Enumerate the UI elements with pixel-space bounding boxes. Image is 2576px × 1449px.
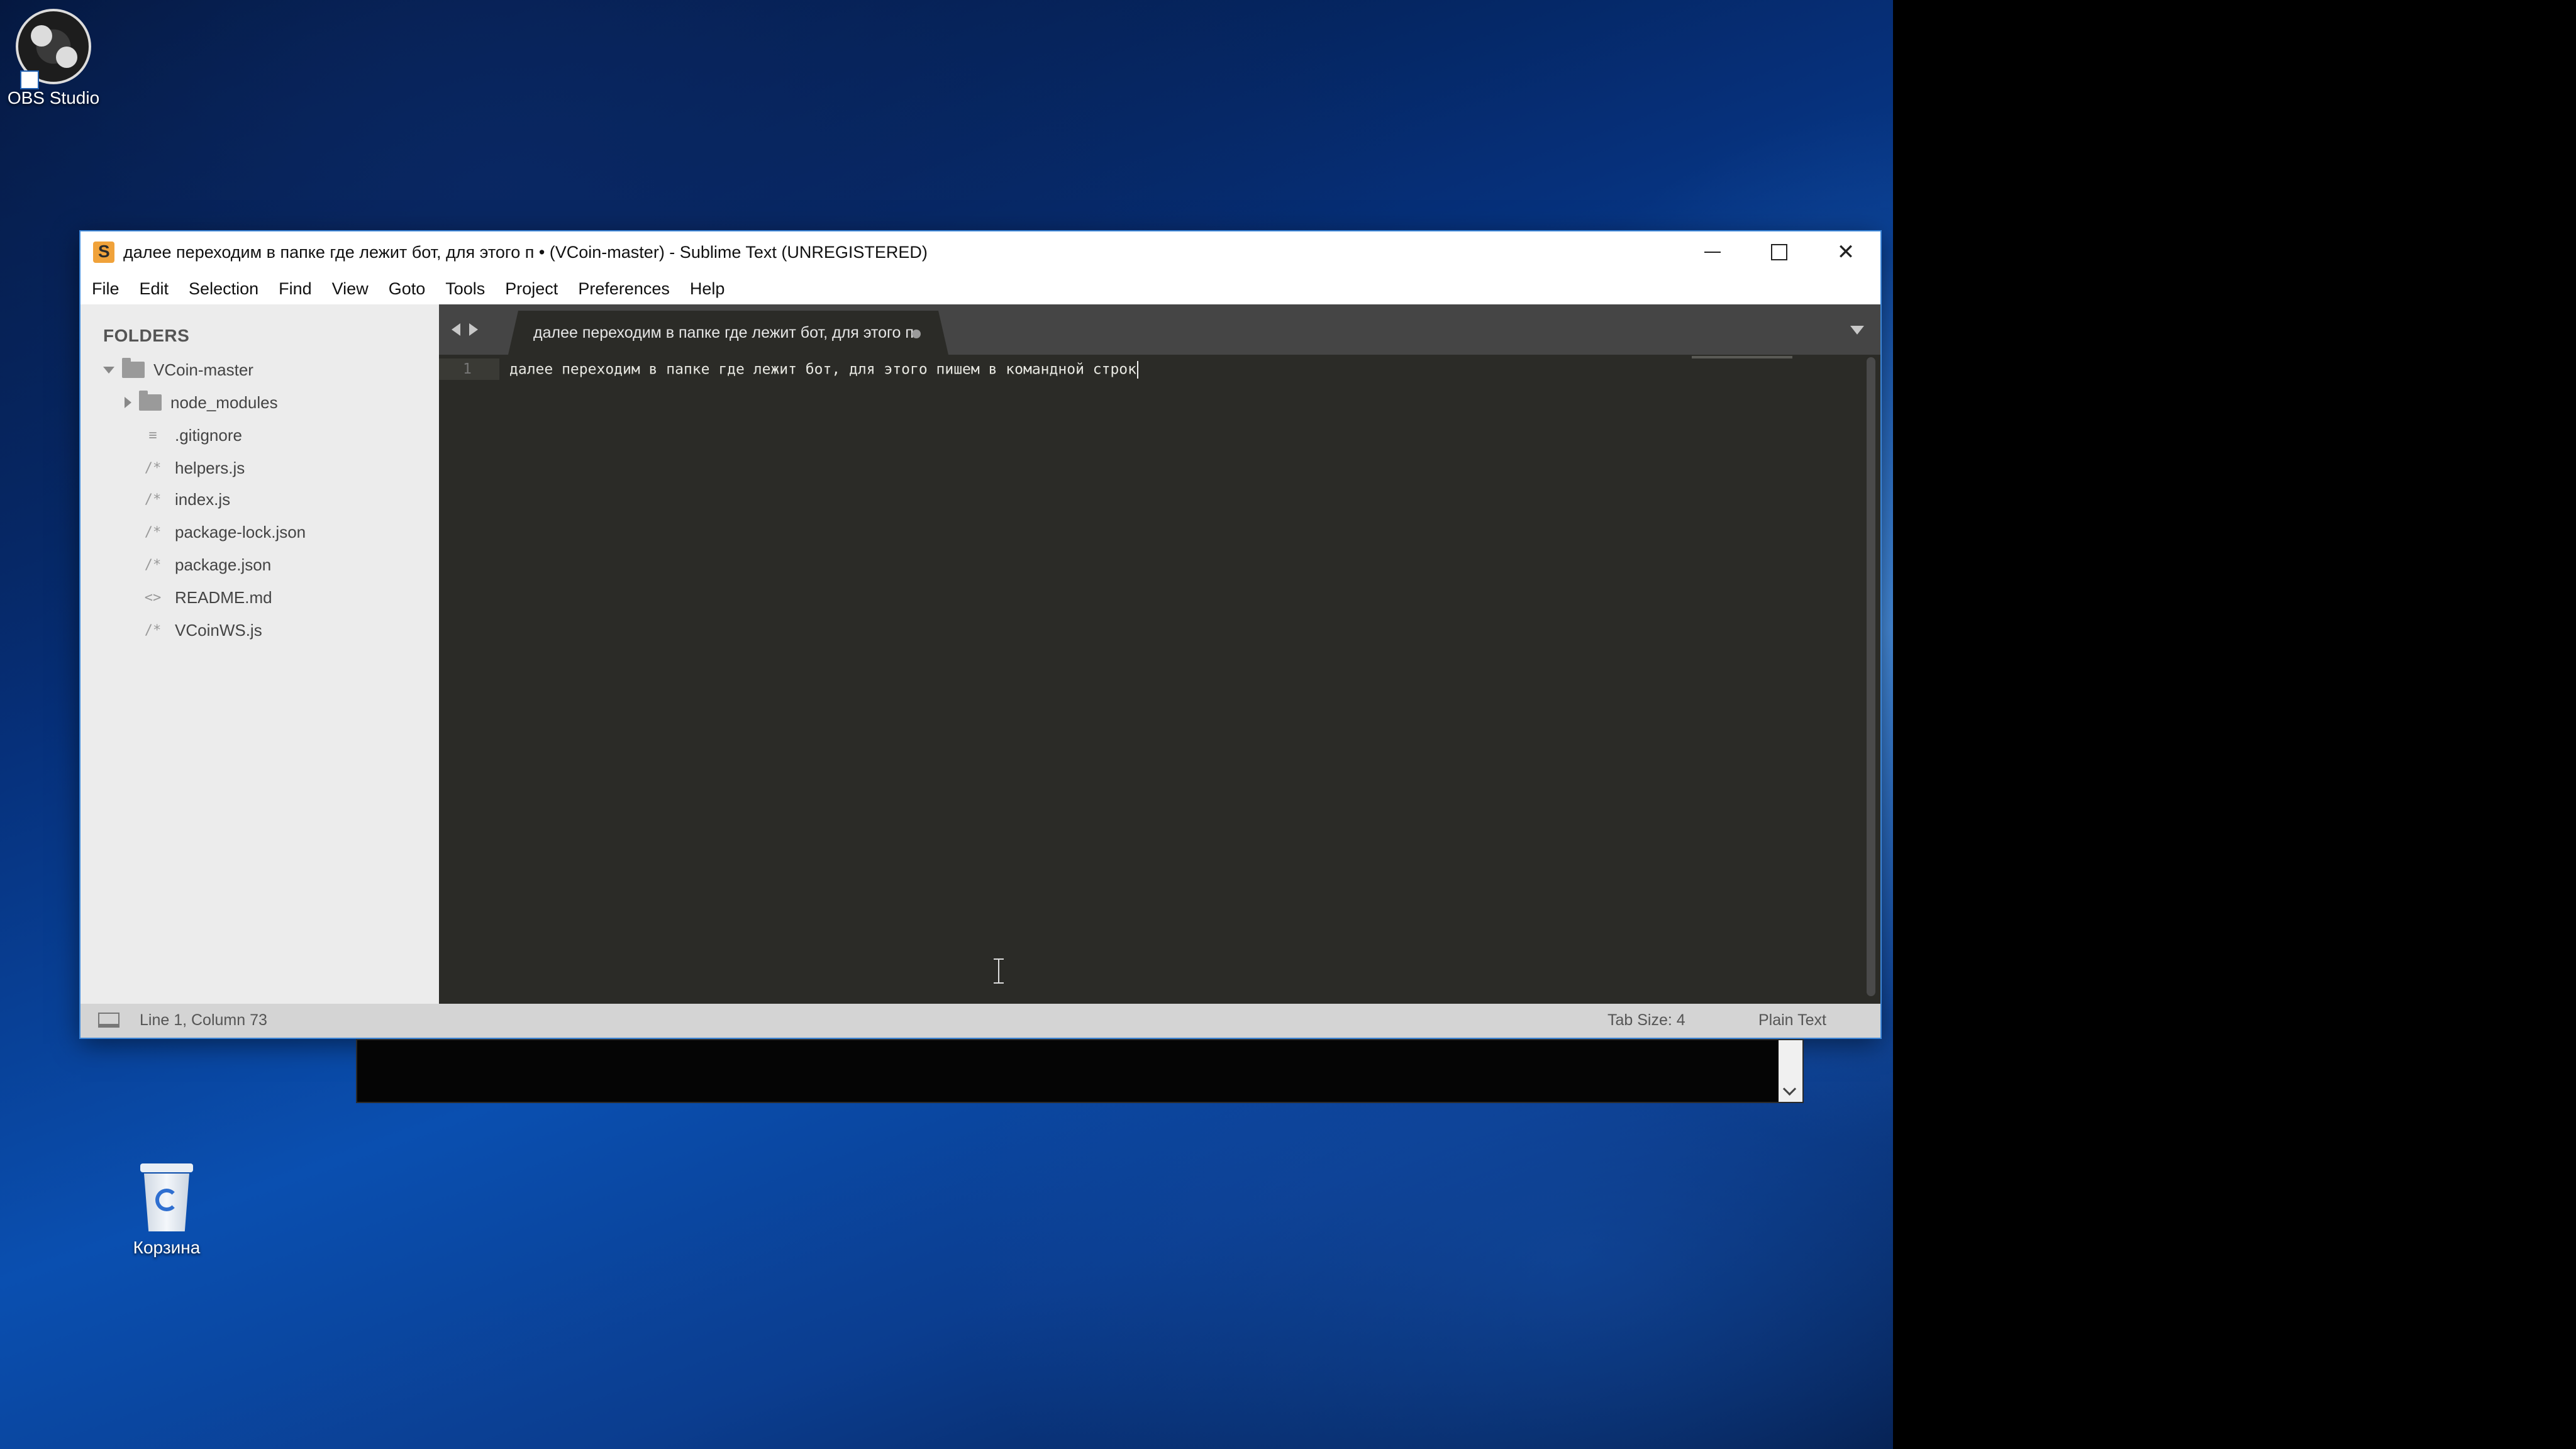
editor-area[interactable]: 1 далее переходим в папке где лежит бот,… bbox=[439, 355, 1880, 1004]
tree-item-label: index.js bbox=[175, 489, 231, 509]
file-code-icon: /* bbox=[144, 460, 162, 476]
code-line[interactable]: далее переходим в папке где лежит бот, д… bbox=[509, 361, 1138, 379]
text-caret bbox=[1137, 361, 1138, 379]
tree-item-label: VCoinWS.js bbox=[175, 620, 262, 640]
status-cursor-position: Line 1, Column 73 bbox=[140, 1011, 267, 1029]
vertical-scrollbar[interactable] bbox=[1867, 357, 1875, 996]
menu-preferences[interactable]: Preferences bbox=[578, 279, 670, 299]
console-toggle-icon[interactable] bbox=[98, 1013, 119, 1028]
menu-goto[interactable]: Goto bbox=[389, 279, 426, 299]
tab-list-dropdown-icon[interactable] bbox=[1850, 326, 1864, 335]
tree-item-index-js[interactable]: /* index.js bbox=[143, 487, 230, 512]
menu-help[interactable]: Help bbox=[690, 279, 725, 299]
tab-next-arrow-icon[interactable] bbox=[469, 323, 478, 336]
close-icon: ✕ bbox=[1836, 240, 1855, 264]
code-text: далее переходим в папке где лежит бот, д… bbox=[509, 361, 1136, 378]
tab-bar: далее переходим в папке где лежит бот, д… bbox=[439, 304, 1880, 355]
tree-item-label: README.md bbox=[175, 587, 272, 607]
status-syntax[interactable]: Plain Text bbox=[1758, 1011, 1826, 1030]
file-code-icon: /* bbox=[144, 524, 162, 540]
folders-heading: FOLDERS bbox=[103, 326, 190, 345]
tree-item-label: helpers.js bbox=[175, 458, 245, 477]
file-text-icon: ≡ bbox=[148, 427, 157, 443]
unsaved-dot-icon[interactable] bbox=[912, 330, 921, 338]
sidebar: FOLDERS VCoin-master node_modules ≡ .git… bbox=[80, 304, 439, 1004]
sublime-app-icon bbox=[93, 242, 114, 263]
desktop-icon-recycle-bin[interactable]: Корзина bbox=[119, 1163, 214, 1258]
collapse-arrow-icon[interactable] bbox=[125, 397, 131, 408]
tree-item-label: package.json bbox=[175, 555, 272, 574]
folder-icon bbox=[139, 391, 162, 411]
desktop-icon-label: Корзина bbox=[133, 1238, 201, 1257]
title-bar[interactable]: далее переходим в папке где лежит бот, д… bbox=[80, 231, 1880, 273]
file-markup-icon: <> bbox=[144, 589, 162, 606]
maximize-icon bbox=[1771, 244, 1787, 260]
menu-file[interactable]: File bbox=[92, 279, 119, 299]
minimize-button[interactable] bbox=[1679, 231, 1746, 273]
tree-item-label: package-lock.json bbox=[175, 522, 306, 541]
window-title: далее переходим в папке где лежит бот, д… bbox=[123, 242, 928, 262]
tree-item-label: .gitignore bbox=[175, 425, 242, 445]
tab-label: далее переходим в папке где лежит бот, д… bbox=[533, 323, 914, 341]
ibeam-cursor-icon bbox=[994, 958, 1004, 984]
tree-item-vcoinws-js[interactable]: /* VCoinWS.js bbox=[143, 618, 262, 643]
minimap[interactable] bbox=[1692, 356, 1792, 358]
file-code-icon: /* bbox=[144, 622, 162, 638]
menu-selection[interactable]: Selection bbox=[189, 279, 258, 299]
tree-item-label: VCoin-master bbox=[153, 360, 253, 379]
line-number: 1 bbox=[463, 361, 472, 377]
tree-item-gitignore[interactable]: ≡ .gitignore bbox=[143, 423, 242, 448]
tree-root-folder[interactable]: VCoin-master bbox=[103, 357, 253, 382]
menu-project[interactable]: Project bbox=[505, 279, 558, 299]
status-tab-size[interactable]: Tab Size: 4 bbox=[1607, 1011, 1685, 1030]
folder-open-icon bbox=[122, 358, 145, 378]
console-scrollbar[interactable] bbox=[1779, 1040, 1802, 1102]
menu-tools[interactable]: Tools bbox=[445, 279, 485, 299]
menu-bar: File Edit Selection Find View Goto Tools… bbox=[80, 273, 1880, 304]
recycle-bin-icon bbox=[138, 1163, 196, 1231]
minimize-icon bbox=[1704, 252, 1721, 253]
shortcut-arrow-icon bbox=[20, 70, 39, 89]
scroll-down-icon[interactable] bbox=[1782, 1082, 1797, 1096]
tree-item-label: node_modules bbox=[170, 392, 278, 412]
status-bar: Line 1, Column 73 Tab Size: 4 Plain Text bbox=[80, 1004, 1880, 1038]
console-window[interactable] bbox=[356, 1039, 1804, 1103]
tree-item-package-lock-json[interactable]: /* package-lock.json bbox=[143, 519, 306, 545]
sublime-text-window: далее переходим в папке где лежит бот, д… bbox=[80, 231, 1880, 1038]
expand-arrow-icon[interactable] bbox=[103, 366, 114, 374]
maximize-button[interactable] bbox=[1746, 231, 1813, 273]
tree-item-readme-md[interactable]: <> README.md bbox=[143, 585, 272, 610]
tab-prev-arrow-icon[interactable] bbox=[452, 323, 460, 336]
close-button[interactable]: ✕ bbox=[1813, 231, 1879, 273]
file-code-icon: /* bbox=[144, 491, 162, 508]
tree-item-package-json[interactable]: /* package.json bbox=[143, 552, 271, 577]
menu-view[interactable]: View bbox=[332, 279, 369, 299]
desktop-icon-label: OBS Studio bbox=[7, 88, 100, 108]
desktop-icon-obs[interactable]: OBS Studio bbox=[6, 9, 101, 108]
file-code-icon: /* bbox=[144, 557, 162, 573]
screen: OBS Studio Корзина далее переходим в пап… bbox=[0, 0, 2576, 1449]
tree-item-helpers-js[interactable]: /* helpers.js bbox=[143, 455, 245, 480]
tree-item-node-modules[interactable]: node_modules bbox=[125, 390, 278, 415]
menu-find[interactable]: Find bbox=[279, 279, 312, 299]
menu-edit[interactable]: Edit bbox=[140, 279, 169, 299]
editor-tab[interactable]: далее переходим в папке где лежит бот, д… bbox=[508, 311, 948, 355]
